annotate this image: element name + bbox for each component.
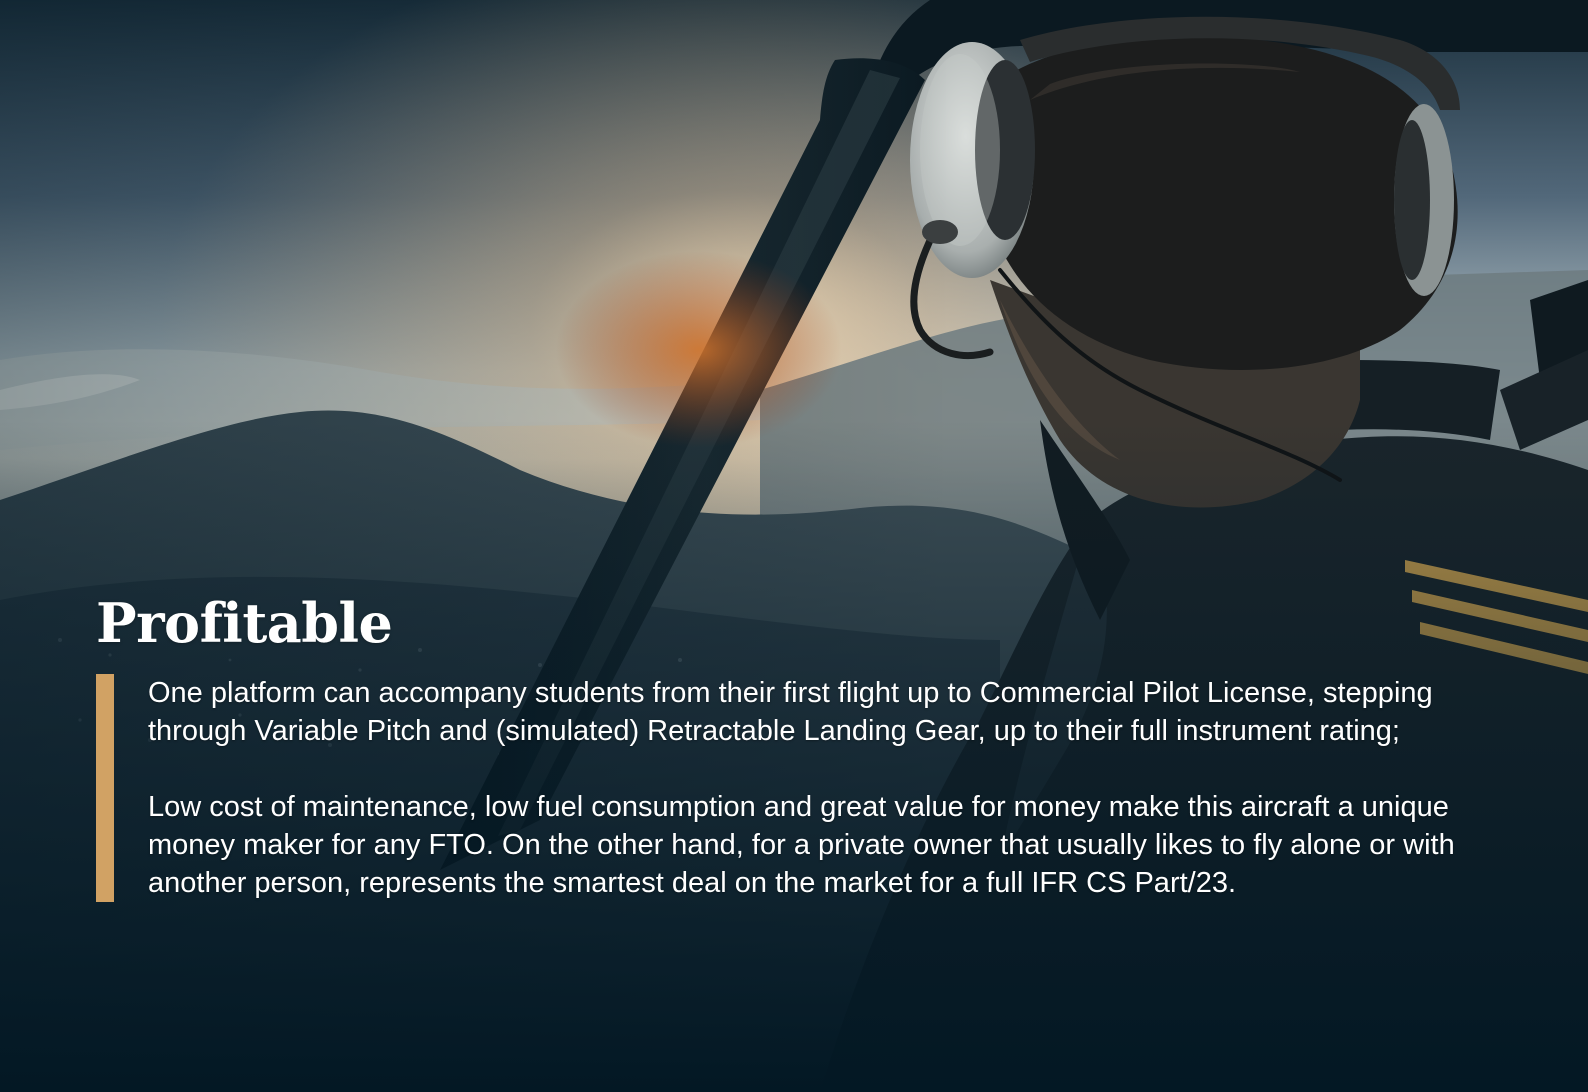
paragraph-training-path: One platform can accompany students from…: [148, 677, 1433, 747]
section-title: Profitable: [96, 591, 393, 655]
hero-section: Profitable One platform can accompany st…: [0, 0, 1588, 1092]
paragraph-cost-value: Low cost of maintenance, low fuel consum…: [148, 791, 1455, 899]
accent-bar: [96, 674, 114, 902]
pilot-cockpit-photo: [0, 0, 1588, 1092]
body-text-block: One platform can accompany students from…: [96, 674, 1476, 902]
content-block: Profitable One platform can accompany st…: [96, 590, 1476, 902]
